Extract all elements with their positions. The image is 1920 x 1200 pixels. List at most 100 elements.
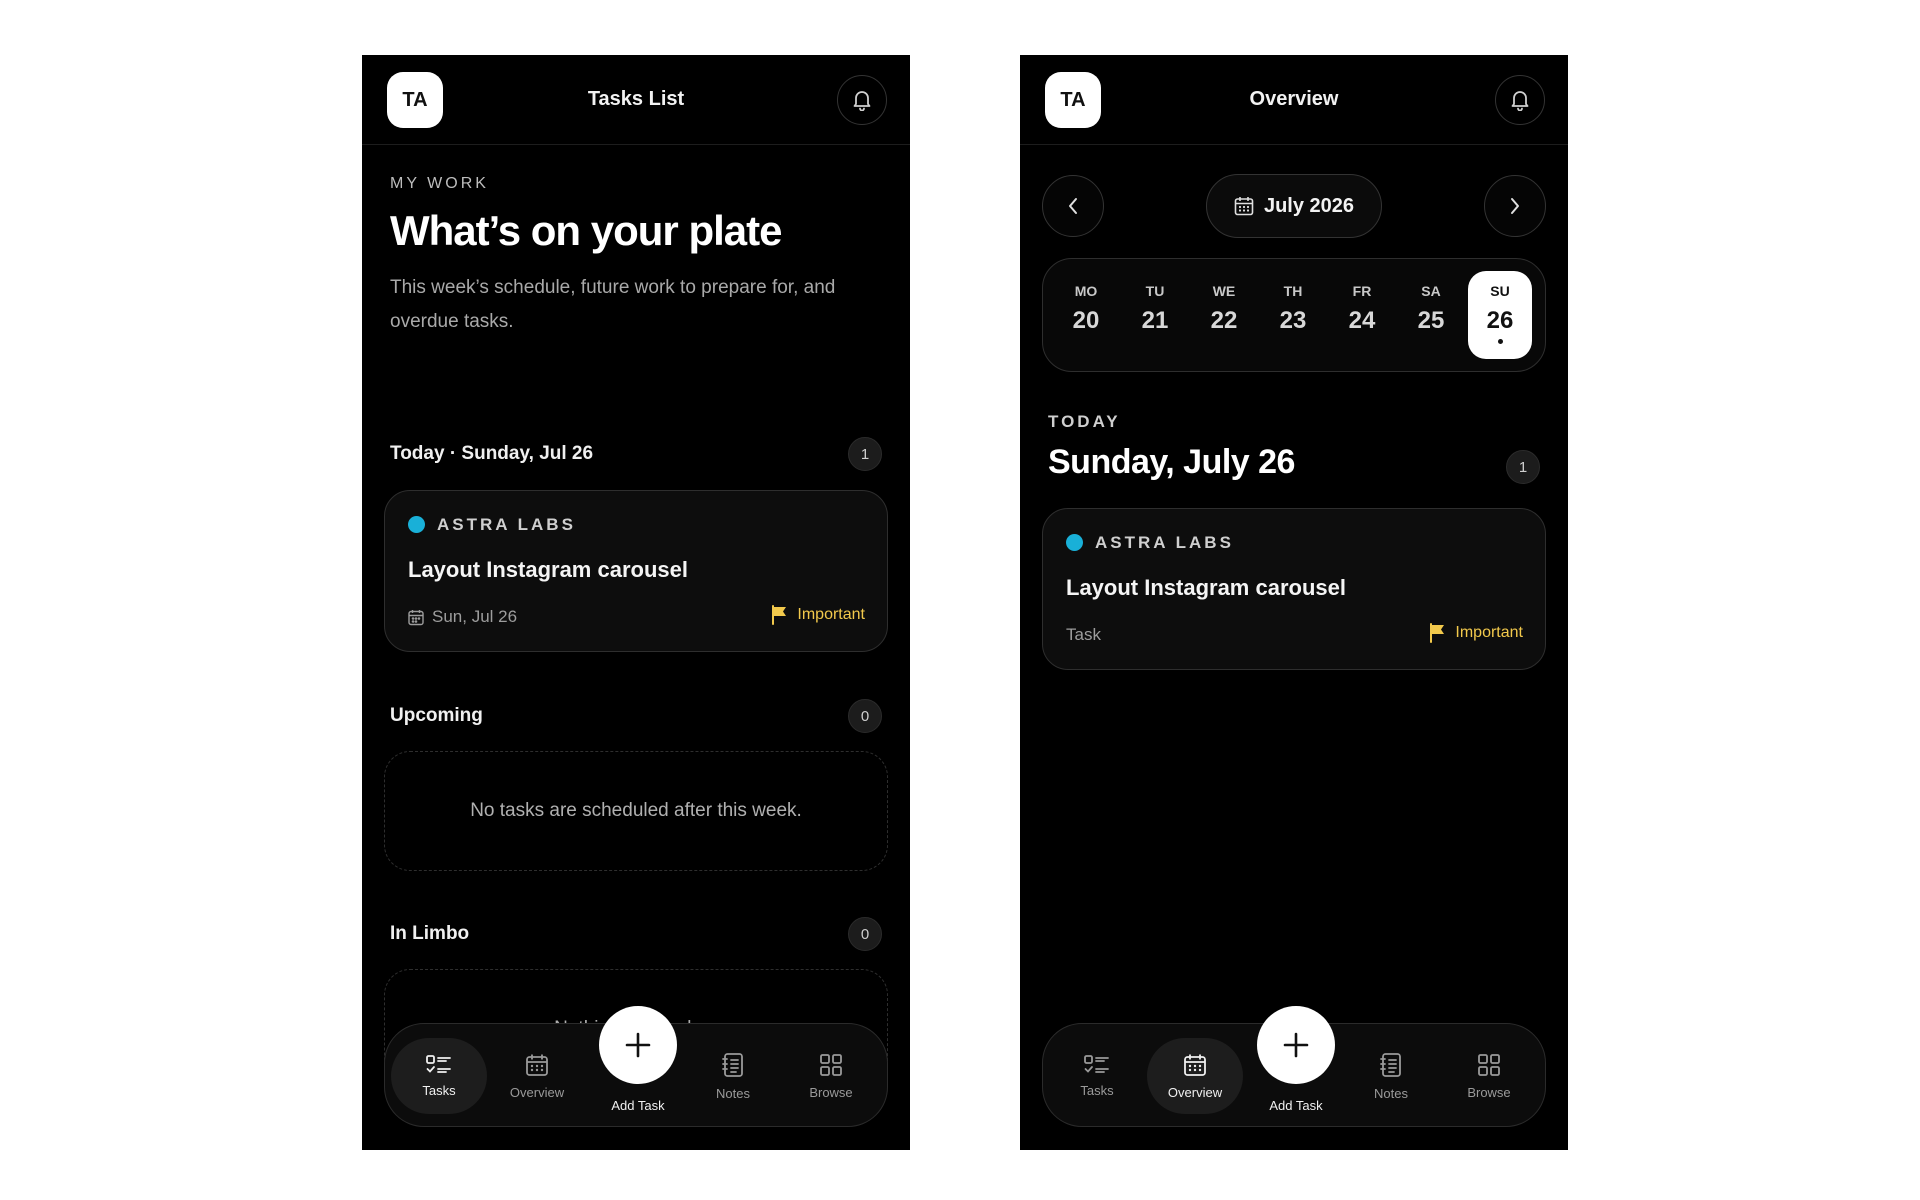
plus-icon bbox=[1283, 1032, 1309, 1058]
nav-notes-label: Notes bbox=[716, 1085, 750, 1101]
task-type-text: Task bbox=[1066, 625, 1101, 644]
task-project: ASTRA LABS bbox=[437, 515, 576, 534]
day-cell-selected[interactable]: SU 26 bbox=[1468, 271, 1532, 359]
chevron-left-icon bbox=[1069, 198, 1077, 214]
calendar-icon bbox=[1234, 197, 1254, 216]
project-color-dot bbox=[1066, 534, 1083, 551]
today-eyebrow: TODAY bbox=[1048, 412, 1121, 431]
day-cell[interactable]: WE 22 bbox=[1192, 271, 1256, 359]
week-strip: MO 20 TU 21 WE 22 TH 23 FR 24 SA 25 SU 2… bbox=[1042, 258, 1546, 372]
task-card[interactable]: ASTRA LABS Layout Instagram carousel Sun… bbox=[384, 490, 888, 652]
limbo-section-title: In Limbo bbox=[390, 923, 470, 944]
tasks-list-screen: TA Tasks List MY WORK What’s on your pla… bbox=[362, 55, 910, 1150]
hero-description: This week’s schedule, future work to pre… bbox=[390, 277, 836, 332]
day-number: 21 bbox=[1141, 307, 1169, 334]
task-type: Task bbox=[1066, 625, 1101, 645]
day-cell[interactable]: TH 23 bbox=[1261, 271, 1325, 359]
selected-date-title: Sunday, July 26 bbox=[1048, 443, 1295, 481]
day-cell[interactable]: MO 20 bbox=[1054, 271, 1118, 359]
priority-badge: Important bbox=[1429, 623, 1523, 643]
nav-overview[interactable]: Overview bbox=[1147, 1038, 1243, 1114]
notebook-icon bbox=[722, 1052, 743, 1077]
nav-notes-label: Notes bbox=[1374, 1085, 1408, 1101]
day-name: SA bbox=[1421, 283, 1441, 299]
bell-icon bbox=[853, 91, 871, 111]
nav-tasks-label: Tasks bbox=[1080, 1082, 1114, 1098]
grid-icon bbox=[1478, 1053, 1500, 1076]
task-indicator-dot bbox=[1497, 339, 1503, 344]
project-color-dot bbox=[408, 516, 425, 533]
upcoming-section-title: Upcoming bbox=[390, 705, 483, 726]
app-header: TA Overview bbox=[1020, 55, 1568, 145]
hero-title: What’s on your plate bbox=[390, 207, 782, 254]
plus-icon bbox=[625, 1032, 651, 1058]
day-name: WE bbox=[1212, 283, 1236, 299]
nav-browse-label: Browse bbox=[809, 1084, 853, 1100]
nav-tasks[interactable]: Tasks bbox=[1049, 1038, 1145, 1114]
page-title: Tasks List bbox=[587, 88, 685, 110]
today-count-badge: 1 bbox=[848, 437, 882, 471]
priority-label: Important bbox=[1455, 624, 1523, 641]
priority-label: Important bbox=[797, 606, 865, 623]
calendar-icon bbox=[408, 609, 424, 625]
nav-browse-label: Browse bbox=[1467, 1084, 1511, 1100]
add-task-button[interactable] bbox=[1257, 1006, 1335, 1084]
checklist-icon bbox=[1084, 1054, 1109, 1073]
nav-tasks-label: Tasks bbox=[422, 1082, 456, 1098]
grid-icon bbox=[820, 1053, 842, 1076]
task-project: ASTRA LABS bbox=[1095, 533, 1234, 552]
add-task-label: Add Task bbox=[1269, 1098, 1323, 1113]
month-selector[interactable]: July 2026 bbox=[1206, 174, 1382, 238]
prev-month-button[interactable] bbox=[1042, 175, 1104, 237]
day-number: 23 bbox=[1279, 307, 1307, 334]
notifications-button[interactable] bbox=[837, 75, 887, 125]
bottom-nav: Tasks Overview Add Task Notes Browse bbox=[384, 1006, 888, 1127]
day-number: 22 bbox=[1210, 307, 1238, 334]
add-task-button[interactable] bbox=[599, 1006, 677, 1084]
bottom-nav: Tasks Overview Add Task Notes Browse bbox=[1042, 1006, 1546, 1127]
day-name: TU bbox=[1145, 283, 1165, 299]
day-number: 25 bbox=[1417, 307, 1445, 334]
day-name: TH bbox=[1283, 283, 1303, 299]
nav-notes[interactable]: Notes bbox=[1343, 1038, 1439, 1114]
eyebrow-label: MY WORK bbox=[390, 175, 489, 192]
task-title: Layout Instagram carousel bbox=[1066, 575, 1346, 600]
day-cell[interactable]: TU 21 bbox=[1123, 271, 1187, 359]
day-number: 26 bbox=[1486, 307, 1514, 334]
flag-icon bbox=[1430, 623, 1445, 643]
page-title: Overview bbox=[1249, 88, 1339, 110]
calendar-icon bbox=[1184, 1054, 1206, 1076]
task-date: Sun, Jul 26 bbox=[408, 607, 517, 627]
next-month-button[interactable] bbox=[1484, 175, 1546, 237]
notifications-button[interactable] bbox=[1495, 75, 1545, 125]
checklist-icon bbox=[426, 1054, 451, 1073]
nav-notes[interactable]: Notes bbox=[685, 1038, 781, 1114]
upcoming-count-badge: 0 bbox=[848, 699, 882, 733]
day-name: SU bbox=[1490, 283, 1510, 299]
day-name: FR bbox=[1352, 283, 1372, 299]
task-date-text: Sun, Jul 26 bbox=[432, 607, 518, 626]
nav-overview-label: Overview bbox=[509, 1084, 565, 1100]
nav-overview-label: Overview bbox=[1167, 1084, 1223, 1100]
nav-overview[interactable]: Overview bbox=[489, 1038, 585, 1114]
today-section-title: Today · Sunday, Jul 26 bbox=[390, 443, 594, 464]
task-card[interactable]: ASTRA LABS Layout Instagram carousel Tas… bbox=[1042, 508, 1546, 670]
upcoming-empty-state: No tasks are scheduled after this week. bbox=[384, 751, 888, 871]
limbo-count-badge: 0 bbox=[848, 917, 882, 951]
day-name: MO bbox=[1074, 283, 1098, 299]
day-cell[interactable]: SA 25 bbox=[1399, 271, 1463, 359]
flag-icon bbox=[772, 605, 787, 625]
task-title: Layout Instagram carousel bbox=[408, 557, 688, 582]
bell-icon bbox=[1511, 91, 1529, 111]
month-label: July 2026 bbox=[1263, 194, 1355, 217]
nav-tasks[interactable]: Tasks bbox=[391, 1038, 487, 1114]
nav-browse[interactable]: Browse bbox=[783, 1038, 879, 1114]
day-cell[interactable]: FR 24 bbox=[1330, 271, 1394, 359]
chevron-right-icon bbox=[1511, 198, 1519, 214]
nav-browse[interactable]: Browse bbox=[1441, 1038, 1537, 1114]
overview-screen: TA Overview July 2026 MO 20 TU 21 WE 22 … bbox=[1020, 55, 1568, 1150]
day-number: 20 bbox=[1072, 307, 1100, 334]
priority-badge: Important bbox=[771, 605, 865, 625]
today-count-badge: 1 bbox=[1506, 450, 1540, 484]
day-number: 24 bbox=[1348, 307, 1376, 334]
